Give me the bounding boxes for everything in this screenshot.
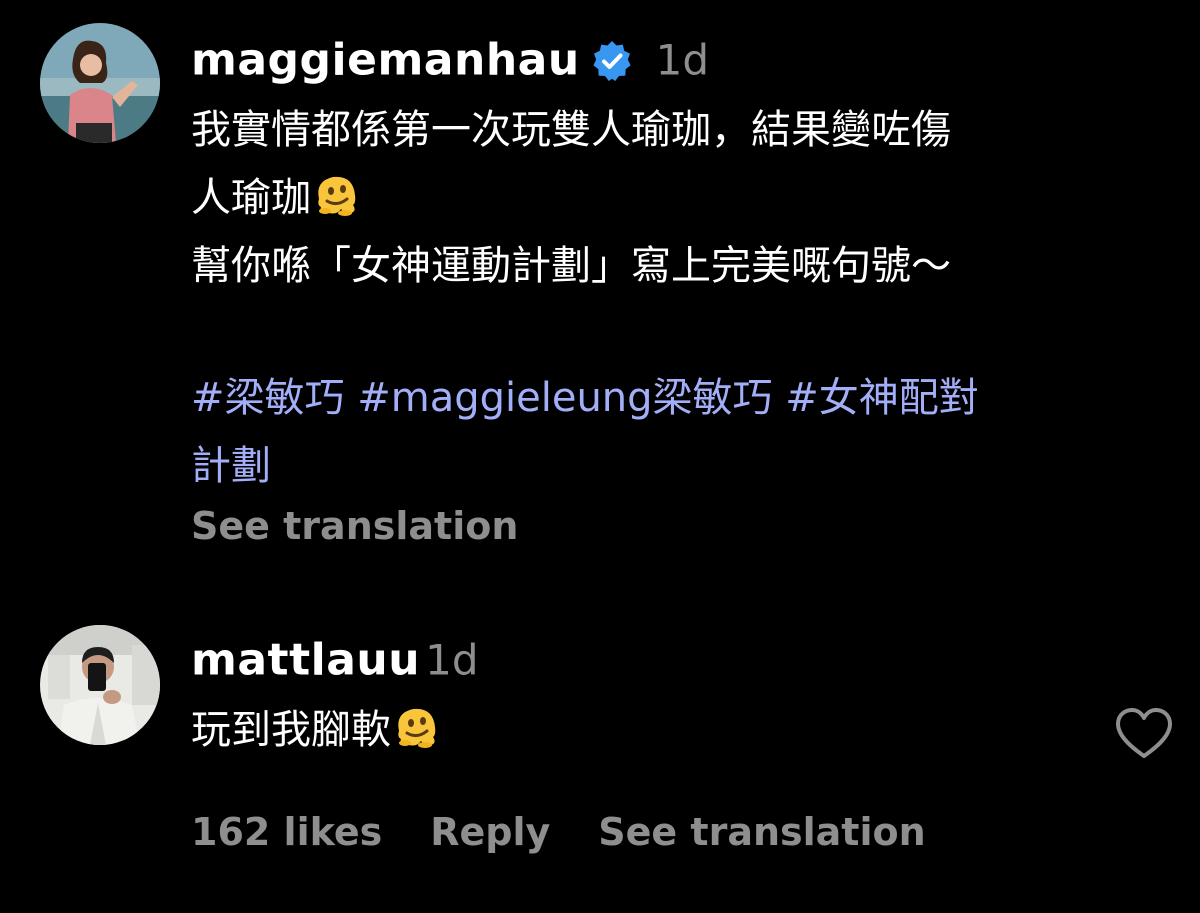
reply-button[interactable]: Reply [430,810,550,854]
hashtag-link[interactable]: #梁敏巧 [191,375,345,421]
comment-header: maggiemanhau 1d [191,30,1151,90]
comment-header: mattlauu 1d [191,630,974,690]
likes-count[interactable]: 162 likes [191,810,382,854]
hashtag-link[interactable]: #女神配對 [785,375,979,421]
comment-text-line-1: 我實情都係第一次玩雙人瑜珈，結果變咗傷 [191,107,951,153]
hashtag-link-continued[interactable]: 計劃 [191,443,271,489]
timestamp: 1d [655,35,710,85]
melting-face-icon [391,701,441,751]
username[interactable]: maggiemanhau [191,35,580,86]
melting-face-icon [311,169,361,219]
verified-badge-icon [590,39,634,83]
comment-text-line-2-text: 人瑜珈 [191,175,311,221]
comment-actions: 162 likes Reply See translation [191,810,974,854]
timestamp: 1d [425,635,479,685]
comment-text-content: 玩到我腳軟 [191,707,391,753]
hashtag-list: #梁敏巧 #maggieleung梁敏巧 #女神配對 計劃 [191,364,1151,500]
see-translation-link[interactable]: See translation [598,810,925,854]
see-translation-link[interactable]: See translation [191,504,1151,548]
avatar-maggiemanhau[interactable] [40,23,160,143]
comment-text: 玩到我腳軟 [191,696,974,764]
comment-text-line-3: 幫你喺「女神運動計劃」寫上完美嘅句號～ [191,243,951,289]
heart-outline-icon[interactable] [1114,706,1174,762]
username[interactable]: mattlauu [191,635,420,686]
comment-text-line-2: 人瑜珈 [191,164,1151,232]
hashtag-link[interactable]: #maggieleung梁敏巧 [357,375,772,421]
avatar-mattlauu[interactable] [40,625,160,745]
